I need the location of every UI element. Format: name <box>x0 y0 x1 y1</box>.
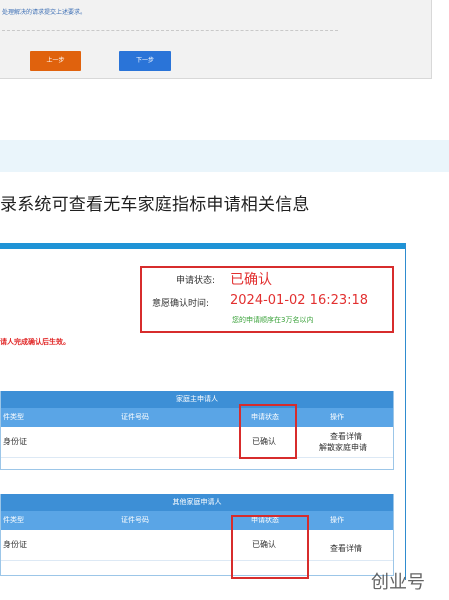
header-id-type: 件类型 <box>3 516 24 524</box>
header-id-number: 证件号码 <box>121 516 149 524</box>
status-highlight-box: 申请状态: 已确认 意愿确认时间: 2024-01-02 16:23:18 您的… <box>140 266 394 333</box>
prev-step-button[interactable]: 上一步 <box>30 51 81 71</box>
header-action: 操作 <box>330 516 344 524</box>
view-details-link[interactable]: 查看详情 <box>330 543 362 554</box>
rank-note: 您的申请顺序在3万名以内 <box>232 316 314 324</box>
view-details-link[interactable]: 查看详情 <box>330 431 362 442</box>
light-blue-band <box>0 140 449 172</box>
dashed-divider <box>2 30 338 31</box>
confirmation-notice: 请人完成确认后生效。 <box>0 338 70 346</box>
table-row: 身份证 已确认 查看详情 解散家庭申请 <box>1 427 393 458</box>
portal-screenshot: 申请状态: 已确认 意愿确认时间: 2024-01-02 16:23:18 您的… <box>0 243 406 580</box>
header-action: 操作 <box>330 413 344 421</box>
status-label: 申请状态: <box>176 276 216 286</box>
table-row: 身份证 已确认 查看详情 <box>1 530 393 561</box>
cell-id-type: 身份证 <box>3 437 27 446</box>
portal-top-bar <box>0 243 405 249</box>
status-value: 已确认 <box>230 272 272 288</box>
table-header: 件类型 证件号码 申请状态 操作 <box>1 511 393 530</box>
confirm-time-value: 2024-01-02 16:23:18 <box>230 293 369 308</box>
other-applicant-table: 其他家庭申请人 件类型 证件号码 申请状态 操作 身份证 已确认 查看详情 <box>0 494 394 576</box>
header-id-type: 件类型 <box>3 413 24 421</box>
cell-id-type: 身份证 <box>3 540 27 549</box>
table-header: 件类型 证件号码 申请状态 操作 <box>1 408 393 427</box>
article-caption: 录系统可查看无车家庭指标申请相关信息 <box>0 195 310 215</box>
status-column-highlight <box>239 404 297 459</box>
confirm-time-label: 意愿确认时间: <box>152 299 210 309</box>
header-id-number: 证件号码 <box>121 413 149 421</box>
status-column-highlight <box>231 515 309 579</box>
dissolve-family-link[interactable]: 解散家庭申请 <box>319 442 367 453</box>
top-note-text: 处理解决的请求提交上述要求。 <box>2 9 87 16</box>
table-title: 家庭主申请人 <box>1 391 393 408</box>
table-title: 其他家庭申请人 <box>1 494 393 511</box>
next-step-button[interactable]: 下一步 <box>119 51 171 71</box>
watermark-text: 创业号 <box>371 572 425 593</box>
main-applicant-table: 家庭主申请人 件类型 证件号码 申请状态 操作 身份证 已确认 查看详情 解散家… <box>0 391 394 470</box>
top-screenshot-panel: 处理解决的请求提交上述要求。 上一步 下一步 <box>0 0 432 79</box>
